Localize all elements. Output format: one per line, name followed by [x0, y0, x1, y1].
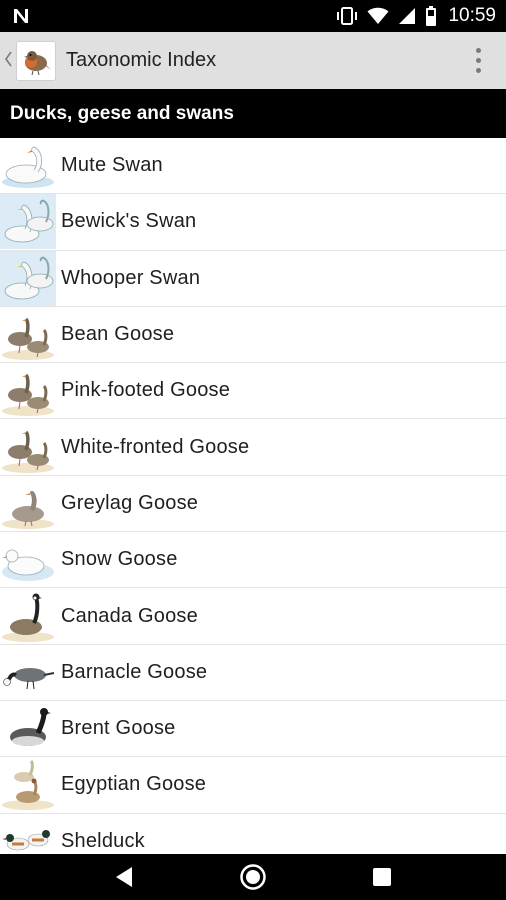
- species-thumbnail: [0, 476, 56, 531]
- species-name: Snow Goose: [61, 548, 178, 571]
- battery-icon: [425, 6, 437, 26]
- up-chevron-icon[interactable]: [4, 51, 14, 71]
- list-item[interactable]: Snow Goose: [0, 532, 506, 589]
- species-name: Brent Goose: [61, 717, 176, 740]
- app-bird-icon[interactable]: [16, 40, 56, 81]
- home-circle-icon[interactable]: [233, 857, 273, 897]
- species-name: Egyptian Goose: [61, 773, 207, 796]
- list-item[interactable]: Pink-footed Goose: [0, 363, 506, 420]
- list-item[interactable]: Bean Goose: [0, 307, 506, 364]
- action-bar: Taxonomic Index: [0, 32, 506, 89]
- back-triangle-icon[interactable]: [104, 857, 144, 897]
- cell-signal-icon: [398, 7, 416, 25]
- list-item[interactable]: Barnacle Goose: [0, 645, 506, 701]
- species-thumbnail: [0, 532, 56, 587]
- page-title: Taxonomic Index: [66, 49, 217, 71]
- recents-square-icon[interactable]: [362, 857, 402, 897]
- species-name: Canada Goose: [61, 604, 198, 627]
- status-time: 10:59: [448, 5, 496, 26]
- species-thumbnail: [0, 420, 56, 475]
- species-thumbnail: [0, 194, 56, 250]
- section-header: Ducks, geese and swans: [0, 89, 506, 138]
- species-thumbnail: [0, 250, 56, 306]
- list-item[interactable]: Mute Swan: [0, 138, 506, 195]
- species-thumbnail: [0, 757, 56, 812]
- species-thumbnail: [0, 814, 56, 854]
- overflow-menu-icon[interactable]: [460, 37, 496, 85]
- nav-bar: [0, 854, 506, 900]
- species-thumbnail: [0, 363, 56, 418]
- list-item[interactable]: Brent Goose: [0, 701, 506, 758]
- list-item[interactable]: Canada Goose: [0, 588, 506, 645]
- species-name: Mute Swan: [61, 154, 163, 177]
- list-item[interactable]: White-fronted Goose: [0, 419, 506, 476]
- species-thumbnail: [0, 589, 56, 644]
- list-item[interactable]: Bewick's Swan: [0, 194, 506, 251]
- wifi-icon: [367, 7, 389, 25]
- vibrate-icon: [336, 7, 358, 25]
- list-item[interactable]: Egyptian Goose: [0, 757, 506, 814]
- species-thumbnail: [0, 701, 56, 756]
- species-name: Bean Goose: [61, 323, 175, 346]
- species-name: Whooper Swan: [61, 266, 201, 289]
- notification-n-icon: [12, 7, 30, 25]
- species-name: Greylag Goose: [61, 491, 199, 514]
- status-bar: 10:59: [0, 0, 506, 32]
- species-name: Bewick's Swan: [61, 210, 197, 233]
- species-name: Pink-footed Goose: [61, 379, 231, 402]
- species-thumbnail: [0, 307, 56, 362]
- species-thumbnail: [0, 645, 56, 700]
- list-item[interactable]: Whooper Swan: [0, 250, 506, 307]
- list-item[interactable]: Greylag Goose: [0, 476, 506, 533]
- species-name: Barnacle Goose: [61, 660, 208, 683]
- list-item[interactable]: Shelduck: [0, 814, 506, 854]
- species-name: Shelduck: [61, 829, 145, 852]
- species-list[interactable]: Mute Swan Bewick's Swan Whooper Swan Bean G…: [0, 138, 506, 854]
- species-thumbnail: [0, 138, 56, 193]
- species-name: White-fronted Goose: [61, 435, 250, 458]
